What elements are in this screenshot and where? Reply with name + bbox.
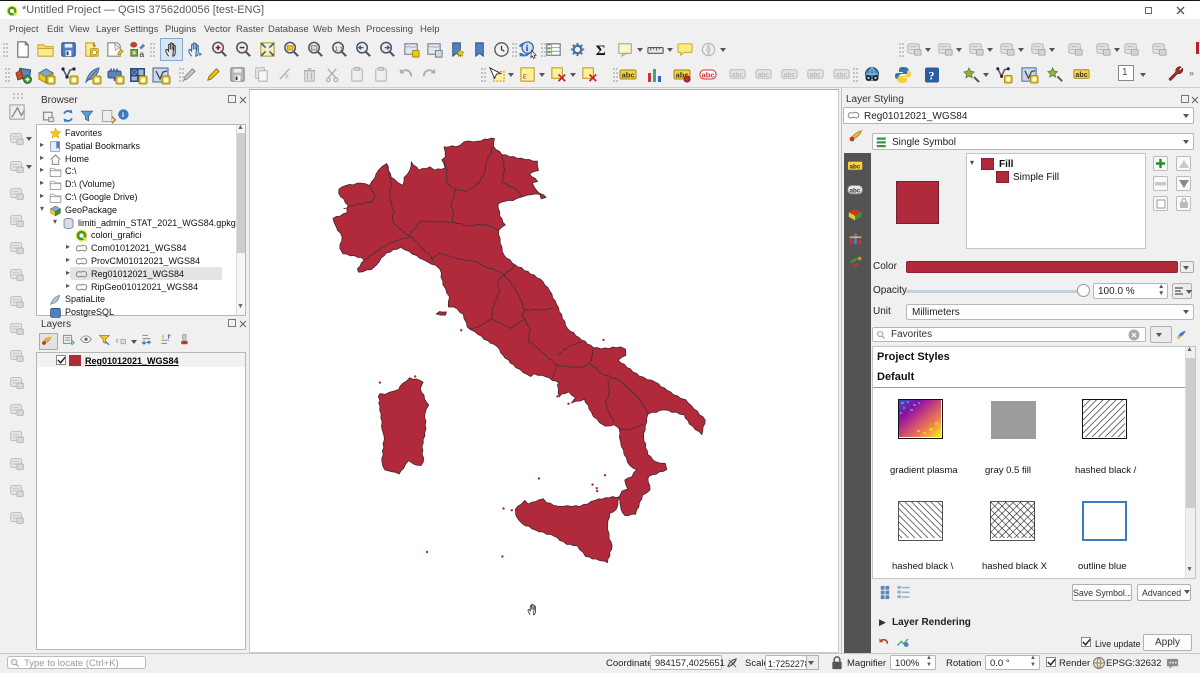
svg-text:ε: ε	[116, 335, 119, 344]
svg-text:a: a	[139, 49, 144, 59]
svg-text:ε: ε	[523, 71, 527, 81]
svg-text:abc: abc	[622, 71, 635, 80]
svg-text:abc: abc	[850, 163, 861, 170]
svg-text:abc: abc	[850, 187, 861, 194]
svg-text:?: ?	[929, 69, 935, 83]
svg-text:abc: abc	[731, 71, 743, 79]
svg-text:i: i	[122, 111, 124, 119]
svg-text:1:1: 1:1	[335, 46, 343, 52]
svg-text:abc: abc	[783, 71, 795, 79]
svg-text:i: i	[526, 44, 529, 54]
svg-text:abc: abc	[835, 71, 847, 79]
svg-text:abc: abc	[757, 71, 769, 79]
svg-text:x: x	[285, 70, 290, 80]
svg-text:Σ: Σ	[596, 42, 606, 59]
svg-text:abc: abc	[809, 71, 821, 79]
svg-text:abc: abc	[702, 71, 715, 80]
svg-text:abc: abc	[1075, 71, 1087, 79]
